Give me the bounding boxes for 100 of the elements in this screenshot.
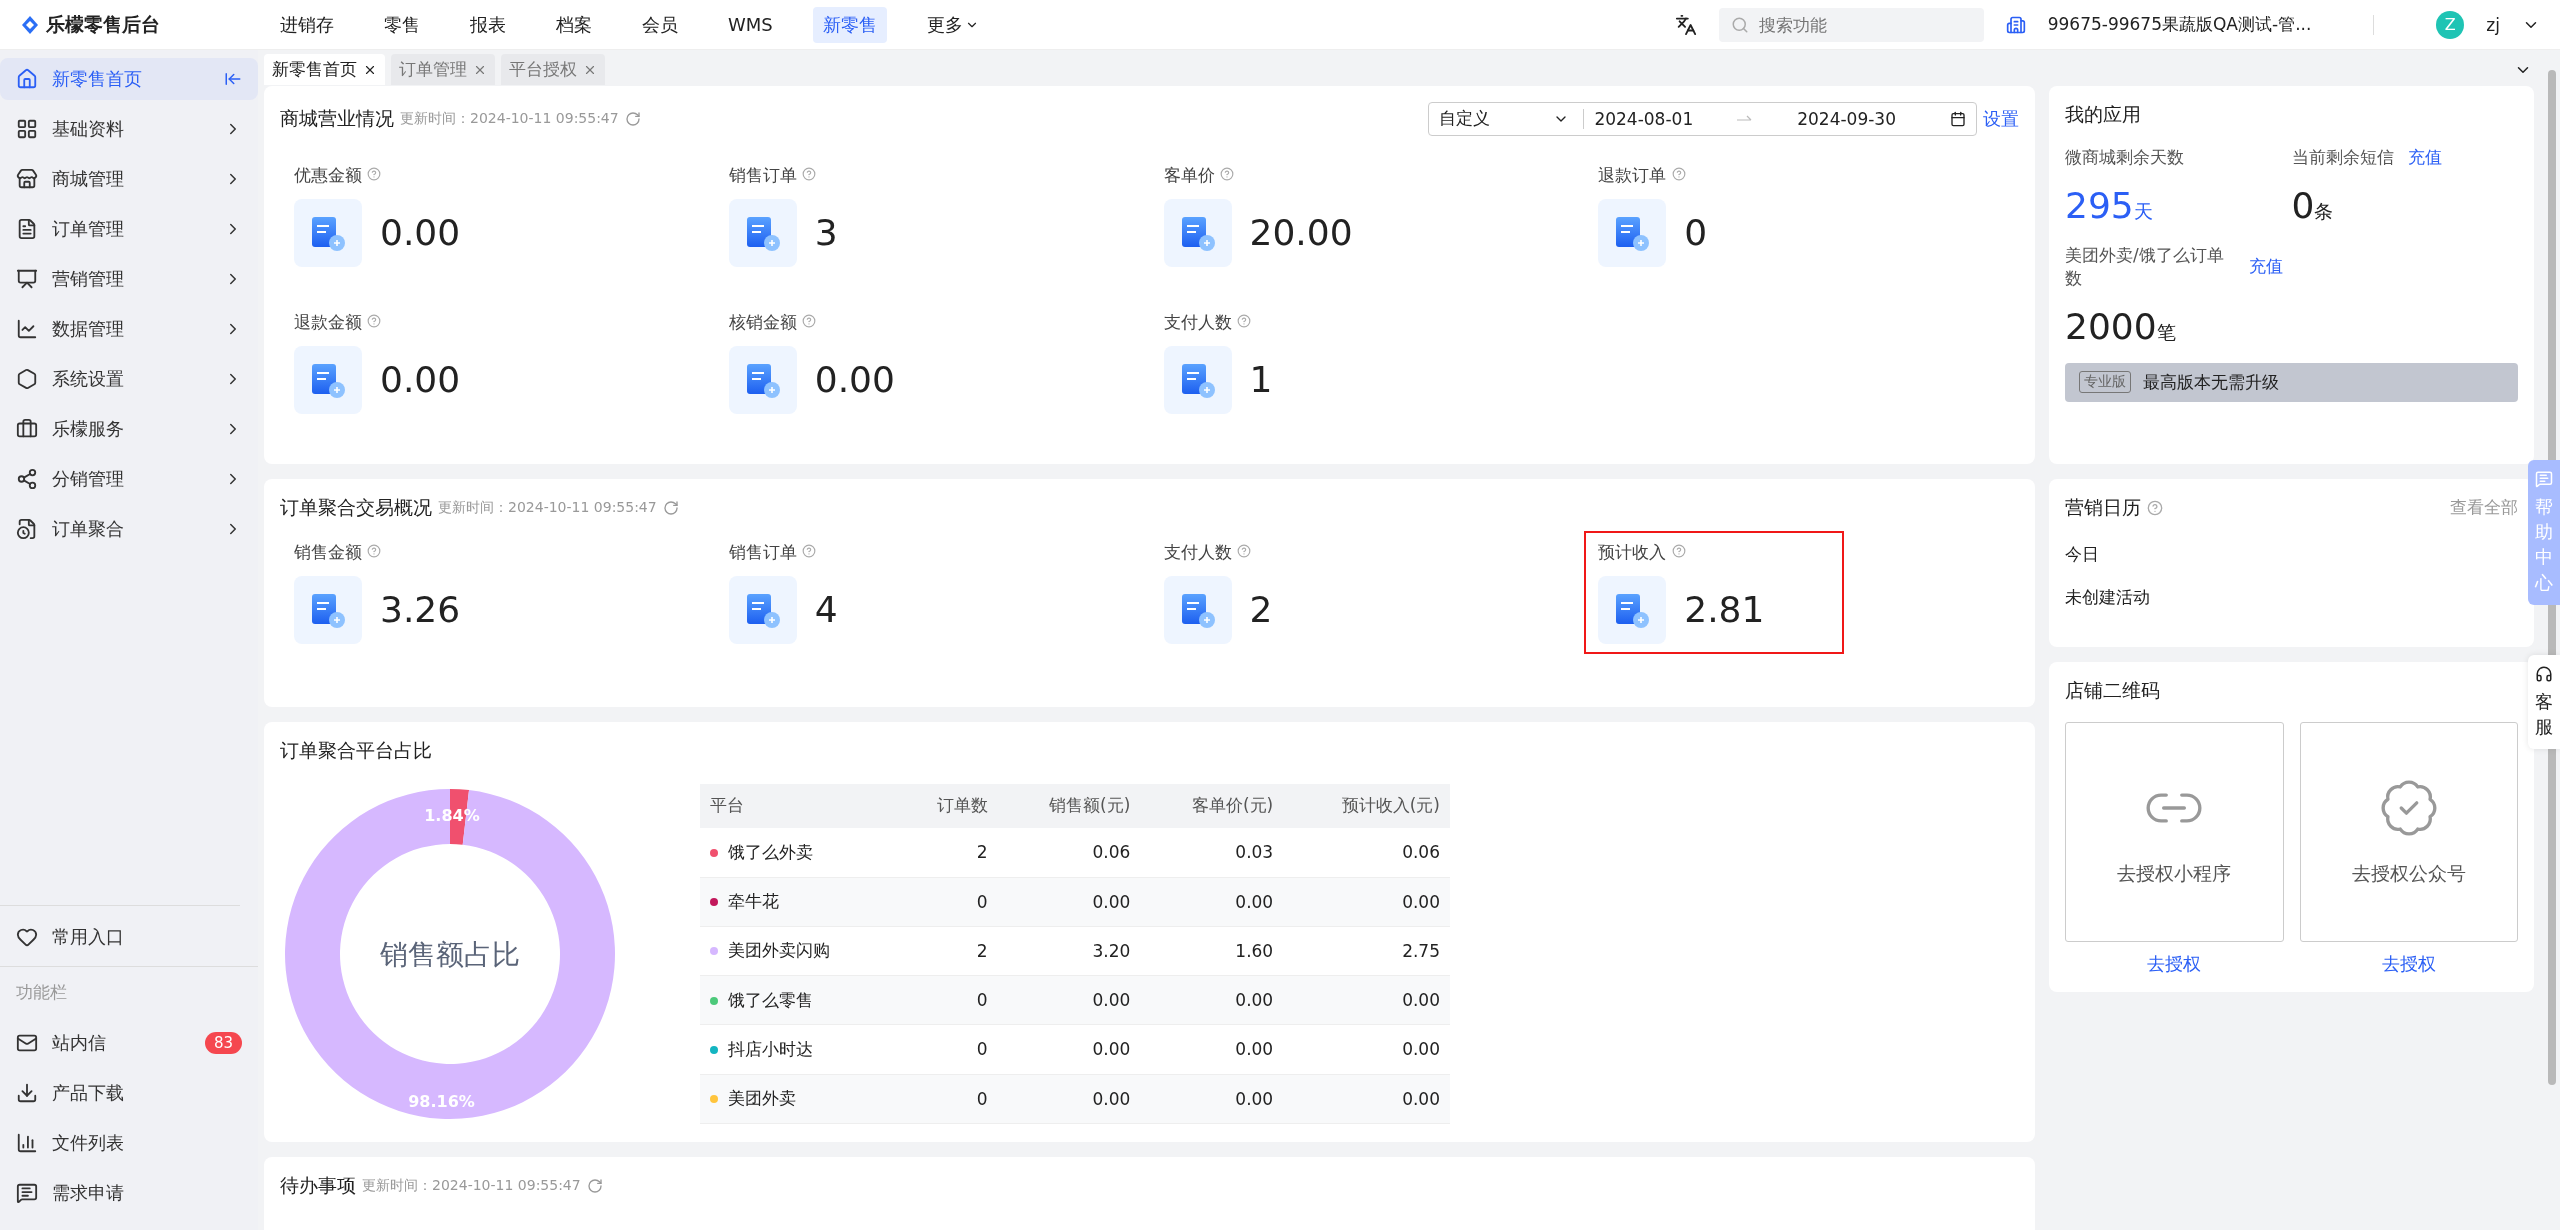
user-avatar: Z	[2436, 10, 2465, 39]
table-cell: 0.00	[1283, 1024, 1450, 1075]
stat-label: 销售金额	[294, 541, 362, 562]
stat-label: 客单价	[1163, 164, 1215, 185]
nav-item[interactable]: 零售	[374, 6, 430, 43]
column-header: 销售额(元)	[997, 783, 1141, 828]
authorize-card[interactable]: 去授权公众号	[2299, 721, 2518, 942]
table-cell: 0.00	[1283, 975, 1450, 1025]
message-icon	[2535, 470, 2553, 488]
platform-name: 抖店小时达	[728, 1038, 813, 1059]
stat-label: 支付人数	[1163, 311, 1232, 332]
store-icon	[2005, 14, 2026, 35]
platform-name: 牵牛花	[728, 891, 779, 912]
stat-label: 优惠金额	[294, 164, 362, 185]
refresh-icon[interactable]	[624, 110, 641, 127]
app-logo-text: 乐檬零售后台	[46, 11, 160, 37]
heart-icon	[16, 926, 38, 948]
stat-value: 20.00	[1249, 212, 1353, 254]
stat-value: 0	[1684, 212, 1708, 254]
recharge-link[interactable]: 充值	[2249, 255, 2283, 279]
sidebar-item[interactable]: 商城管理	[0, 158, 258, 200]
page-tab[interactable]: 订单管理	[391, 54, 495, 86]
sidebar-item[interactable]: 系统设置	[0, 358, 258, 400]
date-range-picker[interactable]: 自定义 2024-08-01 2024-09-30	[1428, 101, 1977, 136]
card-title: 我的应用	[2065, 101, 2142, 127]
card-title: 订单聚合平台占比	[280, 737, 433, 763]
help-icon	[1236, 543, 1251, 558]
refresh-icon[interactable]	[662, 499, 679, 516]
sidebar-item[interactable]: 基础资料	[0, 108, 258, 150]
sidebar-item[interactable]: 产品下载	[0, 1072, 258, 1114]
help-icon	[367, 166, 382, 181]
sidebar-item[interactable]: 分销管理	[0, 458, 258, 500]
sidebar-item[interactable]: 常用入口	[0, 916, 240, 958]
section-title: 功能栏	[0, 966, 258, 1018]
translate-icon[interactable]	[1674, 13, 1697, 36]
calendar-icon[interactable]	[1950, 110, 1966, 127]
stat-value: 1	[1249, 359, 1273, 401]
app-label: 美团外卖/饿了么订单数	[2065, 243, 2225, 290]
recharge-link[interactable]: 充值	[2407, 145, 2442, 169]
nav-item[interactable]: 会员	[632, 6, 688, 43]
app-value: 2000笔	[2065, 305, 2176, 347]
nav-item[interactable]: 更多	[916, 6, 989, 43]
stat-value: 4	[814, 589, 838, 631]
edition-tag: 专业版	[2079, 371, 2131, 394]
card-title: 营销日历	[2065, 494, 2141, 520]
nav-item[interactable]: 进销存	[270, 6, 344, 43]
card-title: 订单聚合交易概况	[280, 494, 432, 520]
page-tab[interactable]: 新零售首页	[264, 54, 385, 86]
platform-name: 美团外卖闪购	[728, 940, 830, 961]
help-icon	[367, 313, 382, 328]
sidebar-item[interactable]: 站内信 83	[0, 1022, 258, 1064]
column-header: 预计收入(元)	[1283, 783, 1450, 828]
nav-item[interactable]: 档案	[546, 6, 602, 43]
stat-label: 销售订单	[728, 541, 797, 562]
table-cell: 0.00	[997, 877, 1141, 927]
column-header: 订单数	[897, 783, 998, 828]
help-icon	[1236, 313, 1251, 328]
stat-label: 退款金额	[294, 311, 362, 332]
table-cell: 3.20	[997, 926, 1141, 976]
help-icon	[2147, 499, 2163, 516]
help-icon	[802, 313, 817, 328]
nav-item[interactable]: 报表	[460, 6, 516, 43]
customer-service-button[interactable]: 客服	[2528, 655, 2560, 750]
sidebar-item[interactable]: 营销管理	[0, 258, 258, 300]
table-cell: 0.00	[1283, 1074, 1450, 1124]
settings-link[interactable]: 设置	[1983, 106, 2019, 131]
refresh-icon[interactable]	[586, 1177, 603, 1194]
sidebar-item[interactable]: 需求申请	[0, 1172, 258, 1214]
authorize-link[interactable]: 去授权	[2147, 951, 2202, 976]
stat-value: 0.00	[380, 212, 461, 254]
help-icon	[1219, 166, 1234, 181]
table-cell: 0	[897, 975, 998, 1025]
table-cell: 0	[897, 1024, 998, 1075]
stat-label: 预计收入	[1598, 541, 1667, 562]
sidebar-item[interactable]: 订单聚合	[0, 508, 258, 550]
authorize-link[interactable]: 去授权	[2381, 951, 2436, 976]
nav-item[interactable]: 新零售	[812, 6, 887, 43]
platform-name: 美团外卖	[728, 1088, 796, 1109]
app-value: 295 天	[2065, 184, 2153, 226]
platform-name: 饿了么外卖	[728, 841, 813, 862]
help-icon	[367, 543, 382, 558]
sidebar-item[interactable]: 文件列表	[0, 1122, 258, 1164]
table-cell: 2.75	[1283, 926, 1450, 976]
empty-text: 未创建活动	[2065, 585, 2151, 609]
count-badge: 83	[204, 1032, 242, 1054]
column-header: 平台	[700, 783, 898, 828]
sidebar-item[interactable]: 乐檬服务	[0, 408, 258, 450]
table-cell: 0.00	[1140, 877, 1284, 927]
collapse-icon[interactable]	[224, 70, 242, 88]
authorize-card[interactable]: 去授权小程序	[2065, 721, 2284, 942]
arrow-right-icon	[1737, 114, 1754, 123]
sidebar-item[interactable]: 数据管理	[0, 308, 258, 350]
sidebar-item[interactable]: 新零售首页	[0, 58, 258, 100]
logo-icon	[20, 14, 40, 35]
nav-item[interactable]: WMS	[718, 8, 783, 41]
search-field[interactable]: 搜索功能	[1718, 7, 1984, 42]
sidebar-item[interactable]: 订单管理	[0, 208, 258, 250]
page-tab[interactable]: 平台授权	[501, 54, 605, 86]
table-cell: 0.00	[997, 1074, 1141, 1124]
stat-value: 3.26	[380, 589, 461, 631]
